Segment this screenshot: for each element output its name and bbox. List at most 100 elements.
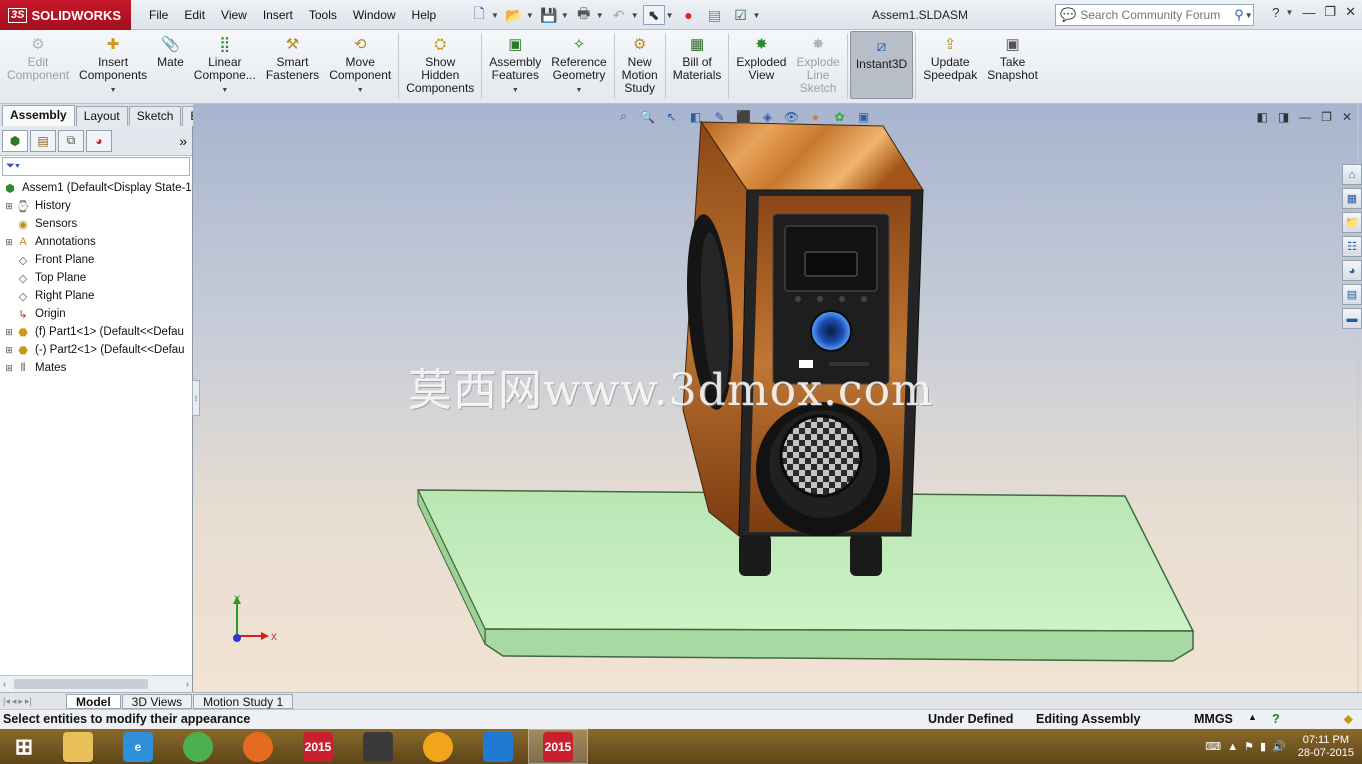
bill-of-materials-button[interactable]: ▦ Bill of Materials <box>668 30 727 102</box>
viewport-tile-left-icon[interactable]: ◧ <box>1256 110 1267 124</box>
save-icon[interactable]: 💾 <box>538 5 560 25</box>
expand-panel-icon[interactable]: » <box>179 133 187 149</box>
display-manager-icon[interactable]: ◕ <box>86 129 112 152</box>
zoom-to-area-icon[interactable]: 🔍 <box>639 108 656 125</box>
search-input[interactable] <box>1080 8 1231 22</box>
save-dropdown-icon[interactable]: ▼ <box>561 11 569 20</box>
tree-node[interactable]: ◉ Sensors <box>0 215 192 233</box>
smart-fasteners-button[interactable]: ⚒ Smart Fasteners <box>261 30 324 102</box>
menu-help[interactable]: Help <box>404 8 445 22</box>
graphics-area[interactable]: ⌕ 🔍 ↖ ◧ ✎ ⬛ ◈ 👁 ● ✿ ▣ ◧ ◨ — ❐ ✕ ⌂ ▦ 📁 ☷ … <box>193 104 1362 692</box>
update-speedpak-button[interactable]: ⇪ Update Speedpak <box>918 30 982 102</box>
rebuild-traffic-light-icon[interactable]: ● <box>678 5 700 25</box>
view-settings-icon[interactable]: ▣ <box>855 108 872 125</box>
scroll-right-icon[interactable]: › <box>186 679 189 689</box>
speaker-cabinet[interactable] <box>681 120 924 538</box>
new-document-icon[interactable]: 🗋 <box>468 5 490 25</box>
menu-tools[interactable]: Tools <box>301 8 345 22</box>
select-pointer-icon[interactable]: ⬉ <box>642 5 665 25</box>
windows-start-taskbar-button[interactable]: ⊞ <box>0 729 48 764</box>
assembly-features-button[interactable]: ▣ Assembly Features ▼ <box>484 30 546 102</box>
solidworks-forum-icon[interactable]: ▬ <box>1342 308 1362 329</box>
search-box[interactable]: 💬 ⚲ ▼ <box>1055 4 1254 26</box>
expand-icon[interactable]: ⊞ <box>4 345 14 356</box>
feature-manager-tree-icon[interactable]: ⬢ <box>2 129 28 152</box>
chevron-down-icon[interactable]: ▼ <box>512 84 519 97</box>
rebuild-status-icon[interactable]: ⬥ <box>1344 712 1353 727</box>
viewport-tile-right-icon[interactable]: ◨ <box>1278 110 1289 124</box>
display-style-icon[interactable]: ◈ <box>759 108 776 125</box>
section-view-icon[interactable]: ◧ <box>687 108 704 125</box>
tree-node[interactable]: ⊞ ⌚ History <box>0 197 192 215</box>
select-dropdown-icon[interactable]: ▼ <box>666 11 674 20</box>
expand-icon[interactable]: ⊞ <box>4 327 14 338</box>
open-folder-icon[interactable]: 📂 <box>503 5 525 25</box>
view-palette-icon[interactable]: ☷ <box>1342 236 1362 257</box>
tab-layout[interactable]: Layout <box>75 106 128 126</box>
show-hidden-icons-icon[interactable]: ▲ <box>1227 741 1238 753</box>
hide-show-items-icon[interactable]: 👁 <box>783 108 800 125</box>
bottom-tab-model[interactable]: Model <box>66 693 121 709</box>
help-icon[interactable]: ? <box>1272 5 1279 20</box>
scrollbar-thumb[interactable] <box>14 679 148 689</box>
undo-icon[interactable]: ↶ <box>608 5 630 25</box>
chrome-taskbar-button[interactable] <box>168 729 228 764</box>
menu-edit[interactable]: Edit <box>176 8 213 22</box>
firefox-taskbar-button[interactable] <box>228 729 288 764</box>
new-motion-study-button[interactable]: ⚙ New Motion Study <box>617 30 663 102</box>
dynamic-annotation-icon[interactable]: ✎ <box>711 108 728 125</box>
reference-geometry-button[interactable]: ✧ Reference Geometry ▼ <box>546 30 611 102</box>
keyboard-icon[interactable]: ⌨ <box>1205 740 1221 753</box>
menu-view[interactable]: View <box>213 8 255 22</box>
property-manager-icon[interactable]: ▤ <box>30 129 56 152</box>
tree-node[interactable]: ⊞ ⬣ (f) Part1<1> (Default<<Defau <box>0 323 192 341</box>
appearances-scenes-icon[interactable]: ◕ <box>1342 260 1362 281</box>
linear-pattern-button[interactable]: ⣿ Linear Compone... ▼ <box>189 30 261 102</box>
previous-view-icon[interactable]: ↖ <box>663 108 680 125</box>
minimize-icon[interactable]: — <box>1302 5 1315 20</box>
custom-properties-icon[interactable]: ▤ <box>1342 284 1362 305</box>
file-properties-icon[interactable]: ▤ <box>704 5 726 25</box>
zoom-to-fit-icon[interactable]: ⌕ <box>615 108 632 125</box>
restore-icon[interactable]: ❐ <box>1324 4 1336 20</box>
solidworks-2015-taskbar-button[interactable]: 2015 <box>288 729 348 764</box>
viewport-close-icon[interactable]: ✕ <box>1342 110 1352 124</box>
window-app-taskbar-button[interactable] <box>468 729 528 764</box>
network-icon[interactable]: ▮ <box>1260 740 1266 753</box>
solidworks-logo[interactable]: 3S SOLIDWORKS <box>0 0 131 30</box>
tree-node[interactable]: ◇ Front Plane <box>0 251 192 269</box>
file-explorer-pane-icon[interactable]: 📁 <box>1342 212 1362 233</box>
counter-strike-taskbar-button[interactable] <box>348 729 408 764</box>
first-tab-icon[interactable]: |◂ <box>3 696 10 707</box>
tree-node[interactable]: ⊞ ⬣ (-) Part2<1> (Default<<Defau <box>0 341 192 359</box>
bottom-tab-motion-study-1[interactable]: Motion Study 1 <box>193 693 294 709</box>
expand-icon[interactable]: ⊞ <box>4 201 14 212</box>
move-component-button[interactable]: ⟲ Move Component ▼ <box>324 30 396 102</box>
new-document-dropdown-icon[interactable]: ▼ <box>491 11 499 20</box>
tab-assembly[interactable]: Assembly <box>2 105 75 126</box>
internet-explorer-taskbar-button[interactable]: e <box>108 729 168 764</box>
print-icon[interactable]: 🖶 <box>573 5 595 25</box>
chevron-down-icon[interactable]: ▼ <box>576 84 583 97</box>
volume-icon[interactable]: 🔊 <box>1272 740 1286 753</box>
apply-scene-icon[interactable]: ✿ <box>831 108 848 125</box>
configuration-manager-icon[interactable]: ⧉ <box>58 129 84 152</box>
tree-filter-field[interactable]: ⏷▾ <box>2 157 190 176</box>
instant3d-button[interactable]: ⧄ Instant3D <box>849 31 914 99</box>
quick-tips-icon[interactable]: ? <box>1272 712 1280 726</box>
units-dropdown-icon[interactable]: ▲ <box>1248 712 1257 722</box>
edit-appearance-icon[interactable]: ● <box>807 108 824 125</box>
options-dropdown-icon[interactable]: ▼ <box>753 11 761 20</box>
file-explorer-taskbar-button[interactable] <box>48 729 108 764</box>
menu-file[interactable]: File <box>141 8 176 22</box>
tab-sketch[interactable]: Sketch <box>128 106 182 126</box>
viewport-restore-icon[interactable]: ❐ <box>1321 110 1332 124</box>
status-units[interactable]: MMGS <box>1194 712 1233 726</box>
exploded-view-button[interactable]: ✸ Exploded View <box>731 30 791 102</box>
expand-icon[interactable]: ⊞ <box>4 237 14 248</box>
scroll-left-icon[interactable]: ‹ <box>3 679 6 689</box>
tree-node[interactable]: ⊞ A Annotations <box>0 233 192 251</box>
chevron-down-icon[interactable]: ▼ <box>110 84 117 97</box>
prev-tab-icon[interactable]: ◂ <box>12 696 17 707</box>
design-library-icon[interactable]: ▦ <box>1342 188 1362 209</box>
